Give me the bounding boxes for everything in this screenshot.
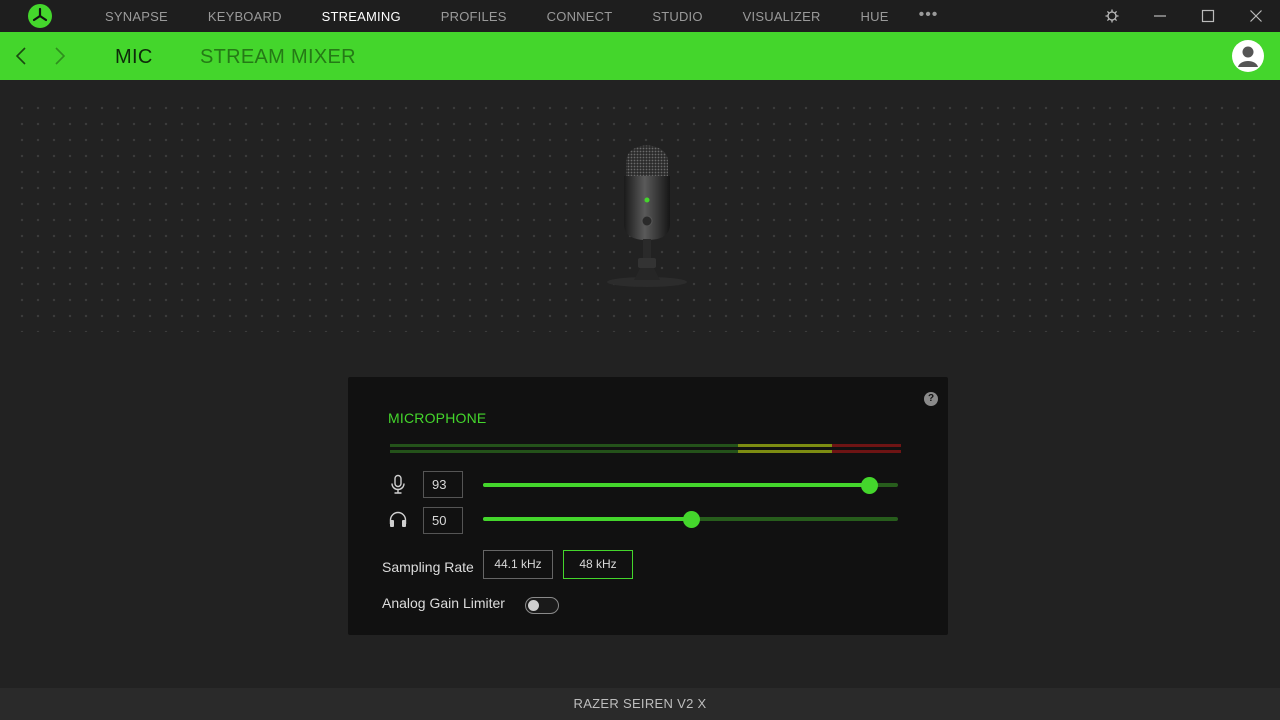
slider-thumb[interactable] [683, 511, 700, 528]
slider-thumb[interactable] [861, 477, 878, 494]
help-icon[interactable]: ? [924, 392, 938, 406]
headphones-icon [388, 509, 408, 529]
main-content: ? MICROPHONE 93 50 Sampling Rate 44.1 kH… [0, 80, 1280, 688]
microphone-icon [388, 474, 408, 494]
minimize-icon[interactable] [1136, 0, 1184, 32]
monitor-volume-input[interactable]: 50 [423, 507, 463, 534]
user-avatar-icon[interactable] [1232, 40, 1264, 72]
razer-logo-icon[interactable] [28, 4, 52, 28]
nav-profiles[interactable]: PROFILES [421, 0, 527, 32]
toggle-knob [528, 600, 539, 611]
sub-navigation-bar: MIC STREAM MIXER [0, 32, 1280, 80]
nav-hue[interactable]: HUE [841, 0, 909, 32]
nav-synapse[interactable]: SYNAPSE [85, 0, 188, 32]
sampling-rate-44-button[interactable]: 44.1 kHz [483, 550, 553, 579]
maximize-icon[interactable] [1184, 0, 1232, 32]
gear-icon[interactable] [1088, 0, 1136, 32]
nav-keyboard[interactable]: KEYBOARD [188, 0, 302, 32]
analog-gain-limiter-label: Analog Gain Limiter [382, 595, 505, 611]
chevron-right-icon[interactable] [47, 44, 71, 68]
main-nav: SYNAPSE KEYBOARD STREAMING PROFILES CONN… [85, 0, 948, 32]
tab-mic[interactable]: MIC [115, 32, 153, 80]
device-name-footer: RAZER SEIREN V2 X [0, 688, 1280, 720]
panel-title: MICROPHONE [388, 410, 487, 426]
level-meter-right [390, 450, 901, 453]
slider-fill [483, 483, 869, 487]
chevron-left-icon[interactable] [10, 44, 34, 68]
nav-studio[interactable]: STUDIO [632, 0, 722, 32]
slider-fill [483, 517, 691, 521]
title-bar: SYNAPSE KEYBOARD STREAMING PROFILES CONN… [0, 0, 1280, 32]
tab-stream-mixer[interactable]: STREAM MIXER [200, 32, 356, 80]
nav-streaming[interactable]: STREAMING [302, 0, 421, 32]
analog-gain-limiter-toggle[interactable] [525, 597, 559, 614]
close-icon[interactable] [1232, 0, 1280, 32]
more-menu-icon[interactable]: ••• [909, 0, 949, 32]
sampling-rate-48-button[interactable]: 48 kHz [563, 550, 633, 579]
microphone-panel: ? MICROPHONE 93 50 Sampling Rate 44.1 kH… [348, 377, 948, 635]
monitor-volume-slider[interactable] [483, 511, 898, 528]
sampling-rate-label: Sampling Rate [382, 559, 474, 575]
mic-gain-input[interactable]: 93 [423, 471, 463, 498]
microphone-device-image [600, 132, 694, 294]
level-meter-left [390, 444, 901, 447]
nav-visualizer[interactable]: VISUALIZER [723, 0, 841, 32]
nav-connect[interactable]: CONNECT [527, 0, 633, 32]
mic-gain-slider[interactable] [483, 477, 898, 494]
